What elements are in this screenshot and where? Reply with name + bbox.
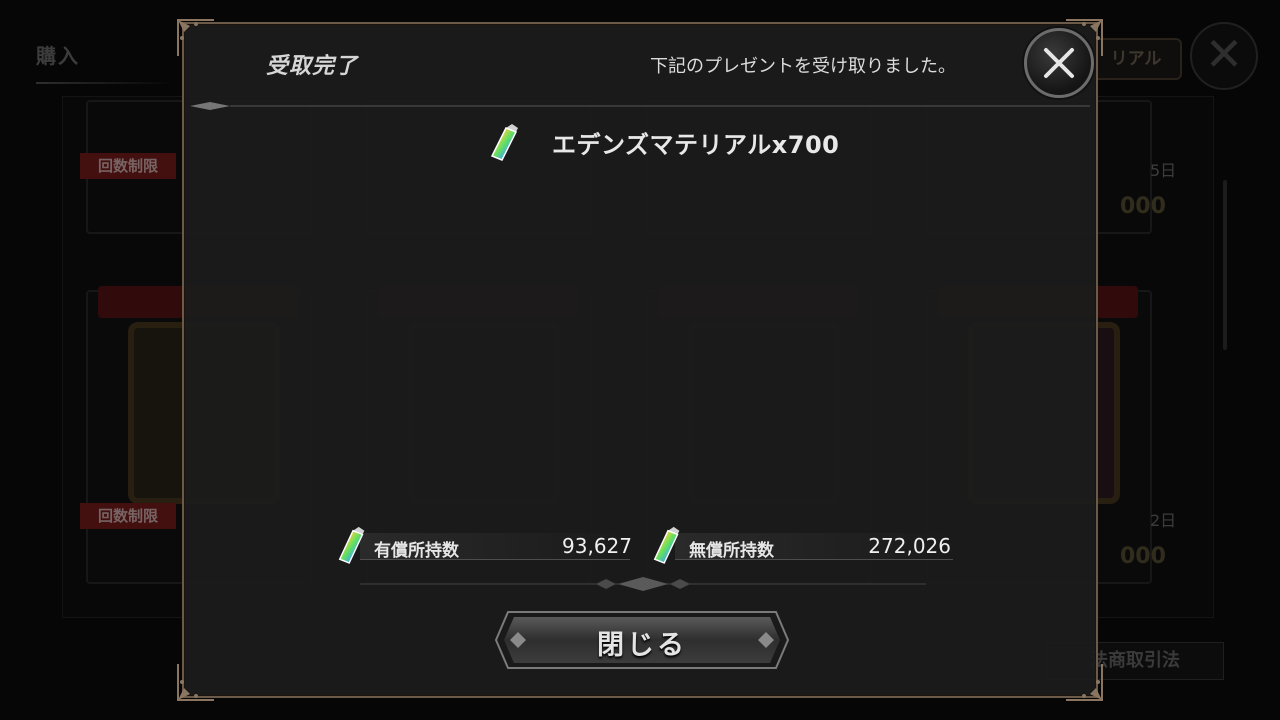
free-value: 272,026 [868,534,951,558]
close-icon-button[interactable] [1024,28,1094,98]
paid-crystal-count: 有償所持数 93,627 [334,524,634,568]
footer-divider [360,576,926,592]
dialog-title: 受取完了 [266,54,359,79]
paid-value: 93,627 [562,534,632,558]
rainbow-crystal-icon [338,526,365,564]
close-button[interactable]: 閉じる [494,610,790,670]
rainbow-crystal-icon [490,124,518,161]
corner-ornament [174,660,218,704]
corner-ornament [1062,660,1106,704]
rainbow-crystal-icon [653,526,680,564]
paid-label: 有償所持数 [374,541,459,561]
header-divider [190,102,1090,110]
free-crystal-count: 無償所持数 272,026 [649,524,953,568]
close-button-label: 閉じる [597,630,687,661]
reward-text: エデンズマテリアルx700 [552,130,840,159]
close-icon [1044,48,1074,78]
dialog-message: 下記のプレゼントを受け取りました。 [650,56,956,77]
corner-ornament [174,16,218,60]
present-received-dialog: 受取完了 下記のプレゼントを受け取りました。 エデンズマテリアルx700 有償所… [177,19,1103,701]
free-label: 無償所持数 [689,541,774,561]
reward-item: エデンズマテリアルx700 [484,120,839,164]
